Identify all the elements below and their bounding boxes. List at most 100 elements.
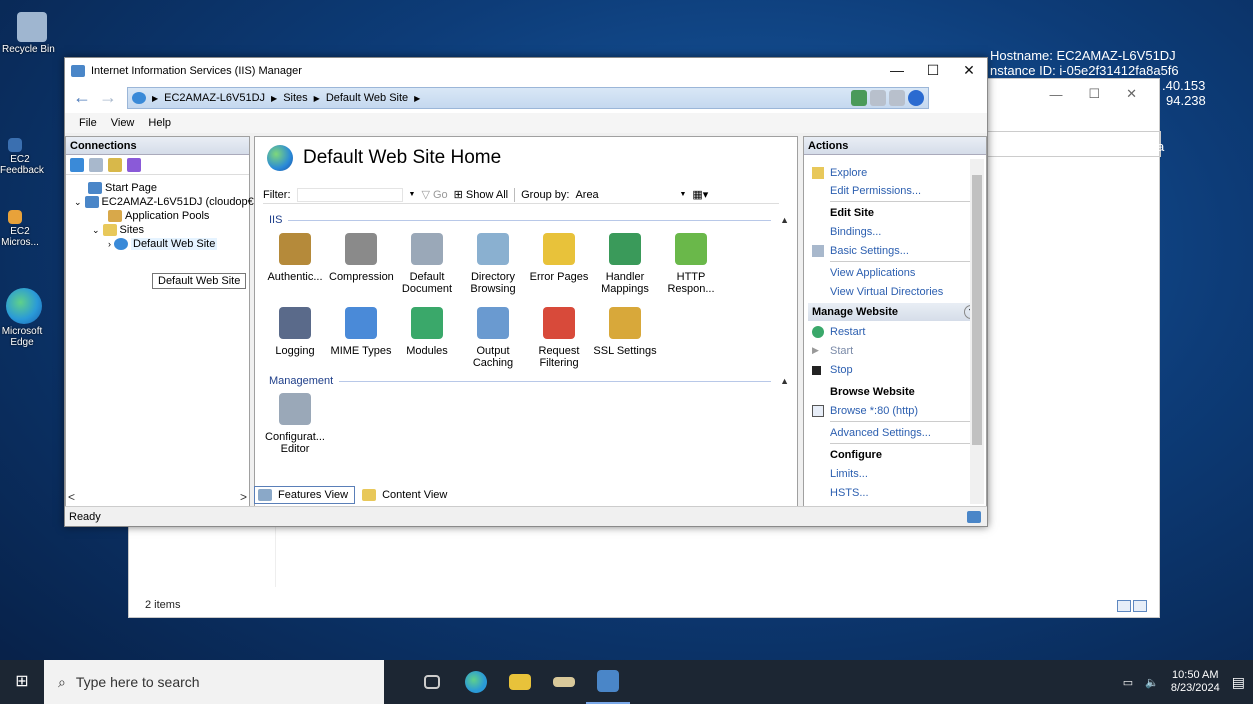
tree-sites[interactable]: ⌄ Sites: [92, 223, 144, 237]
windows-start-icon[interactable]: ⊞: [0, 660, 44, 704]
menu-help[interactable]: Help: [148, 117, 171, 129]
feature-modules[interactable]: Modules: [395, 307, 459, 357]
action-restart[interactable]: Restart: [830, 326, 865, 338]
maximize-button[interactable]: ☐: [915, 62, 951, 79]
feature-logging[interactable]: Logging: [263, 307, 327, 357]
menu-view[interactable]: View: [111, 117, 135, 129]
task-view-button[interactable]: [410, 660, 454, 704]
delete-connection-icon[interactable]: [127, 157, 141, 172]
action-view-virtual-directories[interactable]: View Virtual Directories: [830, 286, 943, 298]
stop-icon[interactable]: [870, 90, 886, 106]
collapse-group-icon[interactable]: ▲: [780, 376, 789, 386]
start-icon: ▶: [812, 345, 819, 355]
feature-ssl-settings[interactable]: SSL Settings: [593, 307, 657, 357]
collapse-icon[interactable]: ⌄: [74, 197, 82, 208]
collapse-icon[interactable]: ⌄: [92, 225, 100, 236]
back-button[interactable]: ←: [69, 87, 95, 109]
group-management[interactable]: Management ▲: [269, 375, 789, 387]
feature-authentication[interactable]: Authentic...: [263, 233, 327, 283]
desktop-icon-edge[interactable]: Microsoft Edge: [0, 288, 64, 348]
action-advanced-settings[interactable]: Advanced Settings...: [830, 427, 931, 439]
action-basic-settings[interactable]: Basic Settings...: [830, 245, 909, 257]
action-bindings[interactable]: Bindings...: [830, 226, 881, 238]
groupby-select[interactable]: Area: [575, 189, 673, 201]
minimize-icon[interactable]: —: [1049, 87, 1062, 102]
connect-icon[interactable]: [851, 90, 867, 106]
forward-button[interactable]: →: [95, 87, 121, 109]
explorer-search-box[interactable]: [987, 131, 1161, 157]
connect-icon[interactable]: [70, 157, 84, 172]
desktop-icon-recycle-bin[interactable]: Recycle Bin: [0, 12, 64, 55]
scroll-left-button[interactable]: <: [68, 490, 75, 504]
tab-content-view[interactable]: Content View: [359, 486, 453, 504]
menu-file[interactable]: File: [79, 117, 97, 129]
taskbar-iis[interactable]: [586, 660, 630, 704]
manage-website-heading[interactable]: Manage Website ⌃: [808, 303, 984, 321]
view-mode-icon[interactable]: ▦▾: [692, 188, 708, 201]
groupby-dropdown-icon[interactable]: ▼: [679, 191, 686, 198]
network-icon[interactable]: ▭: [1123, 676, 1133, 689]
action-hsts[interactable]: HSTS...: [830, 487, 869, 499]
breadcrumb-default-site[interactable]: Default Web Site: [326, 92, 408, 104]
tiles-view-icon[interactable]: [1133, 600, 1147, 612]
feature-request-filtering[interactable]: Request Filtering: [527, 307, 591, 369]
feature-error-pages[interactable]: Error Pages: [527, 233, 591, 283]
taskbar-edge[interactable]: [454, 660, 498, 704]
filter-dropdown-icon[interactable]: ▼: [409, 191, 416, 198]
action-view-applications[interactable]: View Applications: [830, 267, 915, 279]
action-browse-80[interactable]: Browse *:80 (http): [830, 405, 918, 417]
action-start[interactable]: Start: [830, 345, 853, 357]
tree-default-site[interactable]: › Default Web Site: [108, 237, 218, 251]
up-icon[interactable]: [108, 157, 122, 172]
notifications-icon[interactable]: ▤: [1232, 674, 1245, 691]
home-icon[interactable]: [889, 90, 905, 106]
browse-icon: [812, 405, 824, 417]
scrollbar-thumb[interactable]: [972, 175, 982, 445]
clock[interactable]: 10:50 AM 8/23/2024: [1171, 669, 1220, 695]
collapse-group-icon[interactable]: ▲: [780, 215, 789, 225]
feature-default-document[interactable]: Default Document: [395, 233, 459, 295]
save-icon[interactable]: [89, 157, 103, 172]
tree-server[interactable]: ⌄ EC2AMAZ-L6V51DJ (cloudop€: [74, 195, 254, 209]
action-explore[interactable]: Explore: [830, 167, 867, 179]
feature-mime-types[interactable]: MIME Types: [329, 307, 393, 357]
taskbar-search[interactable]: ⌕ Type here to search: [44, 660, 384, 704]
breadcrumb-sites[interactable]: Sites: [283, 92, 307, 104]
bginfo-hostname: Hostname: EC2AMAZ-L6V51DJ: [990, 48, 1176, 63]
feature-output-caching[interactable]: Output Caching: [461, 307, 525, 369]
feature-compression[interactable]: Compression: [329, 233, 394, 283]
breadcrumb-server[interactable]: EC2AMAZ-L6V51DJ: [164, 92, 265, 104]
show-all-button[interactable]: ⊞ Show All: [454, 188, 508, 201]
action-limits[interactable]: Limits...: [830, 468, 868, 480]
actions-vertical-scrollbar[interactable]: [970, 159, 984, 504]
explore-icon: [812, 167, 824, 179]
volume-muted-icon[interactable]: 🔈: [1145, 676, 1159, 689]
tree-start-page[interactable]: Start Page: [88, 181, 157, 195]
action-edit-permissions[interactable]: Edit Permissions...: [830, 185, 921, 197]
desktop-icon-ec2-feedback[interactable]: EC2 Feedback: [0, 138, 64, 176]
expand-icon[interactable]: ›: [108, 239, 111, 249]
filter-input[interactable]: [296, 187, 403, 202]
close-icon[interactable]: ✕: [1126, 86, 1137, 102]
help-icon[interactable]: [908, 90, 924, 106]
scroll-right-button[interactable]: >: [240, 490, 247, 504]
address-bar[interactable]: ▶ EC2AMAZ-L6V51DJ ▶ Sites ▶ Default Web …: [127, 87, 929, 109]
explorer-view-toggles[interactable]: [1117, 600, 1147, 612]
feature-configuration-editor[interactable]: Configurat... Editor: [263, 393, 327, 455]
feature-directory-browsing[interactable]: Directory Browsing: [461, 233, 525, 295]
group-iis[interactable]: IIS ▲: [269, 214, 789, 226]
action-stop[interactable]: Stop: [830, 364, 853, 376]
details-view-icon[interactable]: [1117, 600, 1131, 612]
desktop-icon-ec2-micros[interactable]: EC2 Micros...: [0, 210, 64, 248]
taskbar-file-explorer[interactable]: [498, 660, 542, 704]
horizontal-scrollbar[interactable]: < >: [68, 490, 247, 504]
taskbar-app[interactable]: [542, 660, 586, 704]
close-button[interactable]: ✕: [951, 62, 987, 79]
feature-http-response-headers[interactable]: HTTP Respon...: [659, 233, 723, 295]
go-button[interactable]: ▽ Go: [421, 188, 447, 201]
feature-handler-mappings[interactable]: Handler Mappings: [593, 233, 657, 295]
minimize-button[interactable]: —: [879, 62, 915, 79]
tab-features-view[interactable]: Features View: [254, 486, 356, 504]
tree-app-pools[interactable]: Application Pools: [108, 209, 209, 223]
maximize-icon[interactable]: ☐: [1088, 86, 1100, 102]
